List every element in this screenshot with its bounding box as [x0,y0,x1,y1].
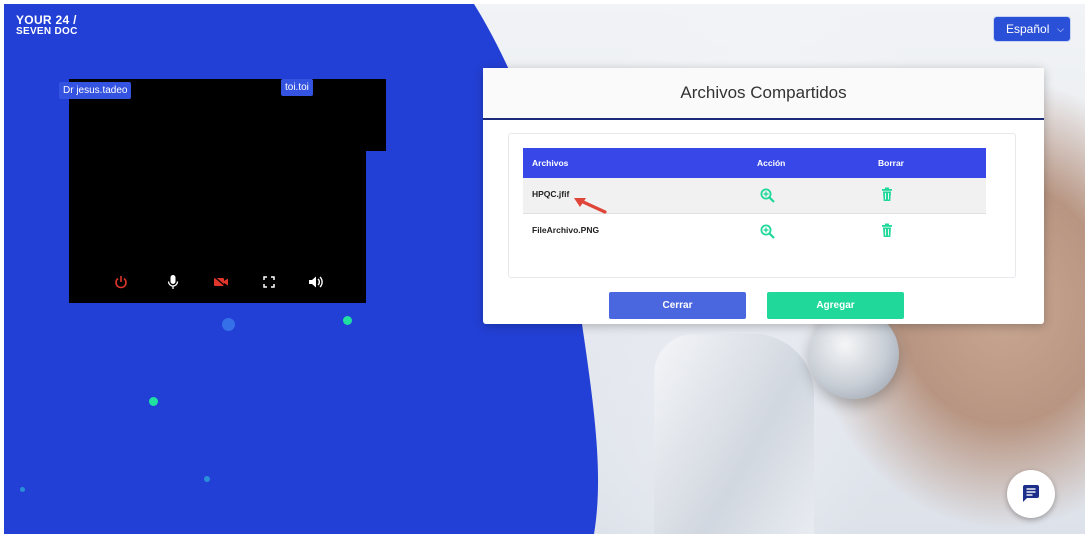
file-name: FileArchivo.PNG [532,225,600,235]
microphone-icon[interactable] [163,272,183,292]
remote-participant-label: Dr jesus.tadeo [59,82,132,99]
column-header-files: Archivos [532,158,569,168]
volume-icon[interactable] [306,272,326,292]
coat-fold [654,334,814,534]
chevron-down-icon: ⌵ [1057,23,1064,34]
brand-line-1: YOUR 24 / [16,13,77,27]
title-divider [483,118,1044,120]
camera-off-icon[interactable] [211,272,231,292]
remote-video [69,79,366,303]
table-header: Archivos Acción Borrar [523,148,986,178]
local-video [366,79,386,151]
file-name: HPQC.jfif [532,189,570,199]
brand-line-2: SEVEN DOC [16,26,78,37]
local-participant-label: toi.toi [281,79,313,96]
power-icon[interactable] [111,272,131,292]
modal-title: Archivos Compartidos [483,68,1044,118]
table-row: FileArchivo.PNG [523,214,986,250]
zoom-in-icon[interactable] [760,188,775,205]
decor-dot [20,487,25,492]
fullscreen-icon[interactable] [259,272,279,292]
trash-icon[interactable] [881,223,893,240]
call-controls [69,272,366,292]
decor-dot [204,476,210,482]
language-selected: Español [1006,22,1050,36]
language-select[interactable]: Español ⌵ [993,16,1071,42]
decor-dot [149,397,158,406]
column-header-action: Acción [757,158,786,168]
close-button[interactable]: Cerrar [609,292,746,319]
trash-icon[interactable] [881,187,893,204]
decor-dot [222,318,235,331]
app-stage: YOUR 24 / SEVEN DOC Español ⌵ Dr jesus.t… [4,4,1085,534]
add-button[interactable]: Agregar [767,292,904,319]
column-header-delete: Borrar [878,158,904,168]
brand-logo[interactable]: YOUR 24 / SEVEN DOC [16,14,78,38]
annotation-arrow-icon [574,198,607,214]
chat-icon [1023,485,1039,502]
decor-dot [343,316,352,325]
shared-files-modal: Archivos Compartidos Archivos Acción Bor… [483,68,1044,324]
chat-button[interactable] [1007,470,1055,518]
zoom-in-icon[interactable] [760,224,775,241]
